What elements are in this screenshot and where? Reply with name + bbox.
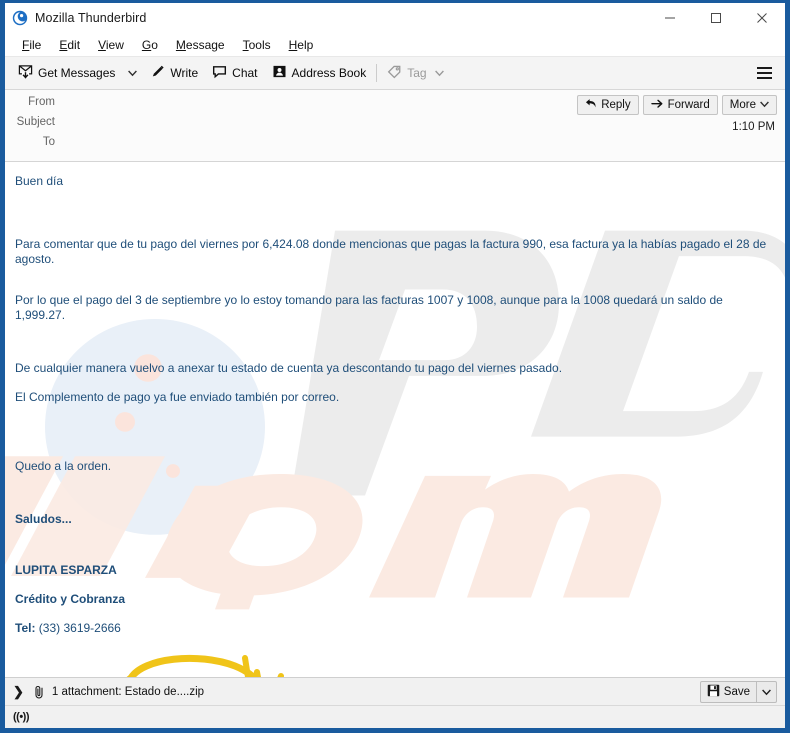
hamburger-line [756, 72, 772, 74]
to-label: To [42, 136, 55, 148]
write-label: Write [170, 66, 199, 80]
paperclip-icon [33, 685, 46, 699]
title-bar: Mozilla Thunderbird [5, 3, 785, 34]
greeting-text: Buen día [15, 174, 64, 188]
chevron-down-icon [760, 99, 769, 111]
address-book-label: Address Book [291, 66, 367, 80]
forward-label: Forward [667, 99, 710, 111]
phone-value: (33) 3619-2666 [38, 621, 121, 635]
menu-message[interactable]: Message [167, 36, 234, 54]
hamburger-line [756, 77, 772, 79]
more-button[interactable]: More [721, 95, 777, 115]
hamburger-line [756, 67, 772, 69]
chat-label: Chat [232, 66, 258, 80]
menu-bar: File Edit View Go Message Tools Help [5, 34, 785, 57]
menu-view[interactable]: View [89, 36, 133, 54]
get-messages-label: Get Messages [38, 66, 116, 80]
attachment-label[interactable]: 1 attachment: Estado de....zip [52, 686, 204, 698]
signature-phone: Tel: (33) 3619-2666 [15, 621, 775, 636]
thunderbird-window: Mozilla Thunderbird File Edit View Go Me… [0, 0, 790, 733]
attachment-bar: ❯ 1 attachment: Estado de....zip Save [5, 677, 785, 705]
window-controls [647, 3, 785, 33]
subject-label: Subject [16, 116, 55, 128]
body-paragraph-4: El Complemento de pago ya fue enviado ta… [15, 390, 340, 404]
menu-tools[interactable]: Tools [234, 36, 280, 54]
save-button[interactable]: Save [701, 682, 756, 702]
header-row-subject: Subject [5, 116, 785, 136]
general-de-perfiles-logo: General de Perfiles [23, 650, 326, 677]
closing-text: Quedo a la orden. [15, 459, 112, 473]
from-label: From [28, 96, 55, 108]
signoff-text: Saludos... [15, 512, 72, 526]
minimize-button[interactable] [647, 3, 693, 33]
menu-go[interactable]: Go [133, 36, 167, 54]
floppy-disk-icon [707, 684, 720, 700]
reply-button[interactable]: Reply [577, 95, 639, 115]
pencil-icon [150, 64, 165, 82]
chat-button[interactable]: Chat [205, 61, 264, 85]
save-attachment-group: Save [699, 681, 777, 703]
toolbar-separator [376, 64, 378, 82]
download-mail-icon [18, 64, 33, 82]
body-paragraph-1: Para comentar que de tu pago del viernes… [15, 237, 767, 266]
menu-help[interactable]: Help [280, 36, 323, 54]
tag-dropdown-caret[interactable] [434, 66, 444, 80]
attachment-expand-twisty[interactable]: ❯ [13, 685, 24, 698]
hamburger-menu-icon[interactable] [751, 62, 777, 84]
write-button[interactable]: Write [143, 61, 205, 85]
save-label: Save [723, 686, 750, 698]
more-label: More [729, 99, 756, 111]
forward-button[interactable]: Forward [642, 95, 718, 115]
address-book-button[interactable]: Address Book [265, 61, 374, 85]
body-paragraph-2: Por lo que el pago del 3 de septiembre y… [15, 293, 723, 322]
get-messages-button[interactable]: Get Messages [11, 61, 122, 85]
message-header: From Subject To Reply Forward More 1:10 … [5, 90, 785, 162]
reply-label: Reply [601, 99, 631, 111]
header-row-to: To [5, 136, 785, 156]
broadcast-icon[interactable]: ((•)) [13, 711, 30, 723]
get-messages-dropdown[interactable] [122, 67, 143, 80]
tag-label: Tag [407, 66, 427, 80]
menu-file[interactable]: File [13, 36, 50, 54]
phone-label: Tel: [15, 621, 36, 635]
save-dropdown-caret[interactable] [757, 682, 776, 702]
thunderbird-icon [12, 10, 28, 26]
signature-role: Crédito y Cobranza [15, 592, 126, 606]
reply-arrow-icon [585, 98, 597, 112]
main-toolbar: Get Messages Write Chat Address Book Tag [5, 57, 785, 90]
body-paragraph-3: De cualquier manera vuelvo a anexar tu e… [15, 361, 563, 375]
window-title: Mozilla Thunderbird [35, 11, 147, 25]
message-time: 1:10 PM [732, 121, 775, 133]
message-body: Buen día Para comentar que de tu pago de… [5, 162, 785, 677]
tag-button[interactable]: Tag [380, 61, 450, 85]
email-content: Buen día Para comentar que de tu pago de… [5, 162, 785, 677]
contact-card-icon [272, 64, 287, 82]
menu-edit[interactable]: Edit [50, 36, 89, 54]
signature-name: LUPITA ESPARZA [15, 563, 117, 577]
status-bar: ((•)) [5, 705, 785, 728]
tag-icon [387, 64, 402, 82]
close-button[interactable] [739, 3, 785, 33]
forward-arrow-icon [650, 98, 664, 112]
speech-bubble-icon [212, 64, 227, 82]
maximize-button[interactable] [693, 3, 739, 33]
message-actions: Reply Forward More [577, 95, 777, 115]
